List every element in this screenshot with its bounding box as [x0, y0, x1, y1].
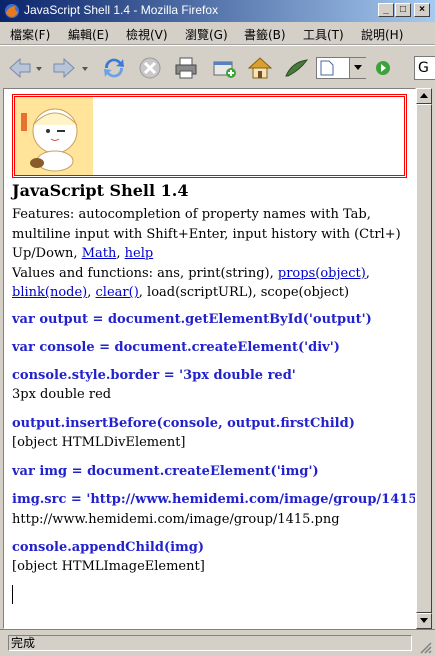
- command-line: console.style.border = '3px double red': [12, 368, 296, 383]
- page-icon: [320, 60, 334, 76]
- menu-bar: 檔案(F) 編輯(E) 檢視(V) 瀏覽(G) 書籤(B) 工具(T) 說明(H…: [0, 22, 435, 45]
- reload-icon[interactable]: [100, 54, 128, 82]
- vertical-scrollbar[interactable]: [416, 88, 432, 629]
- clear-link[interactable]: clear(): [96, 285, 139, 300]
- blink-link[interactable]: blink(node): [12, 285, 87, 300]
- page-menu-button[interactable]: [316, 57, 366, 79]
- feather-icon[interactable]: [282, 54, 310, 82]
- chevron-down-icon: [354, 65, 362, 70]
- scroll-thumb[interactable]: [416, 104, 432, 613]
- separator: ,: [87, 285, 92, 300]
- command-line: var output = document.getElementById('ou…: [12, 312, 372, 327]
- menu-view[interactable]: 檢視(V): [126, 26, 168, 43]
- back-icon[interactable]: [6, 54, 34, 82]
- command-result: http://www.hemidemi.com/image/group/1415…: [12, 512, 340, 527]
- command-line: var console = document.createElement('di…: [12, 340, 340, 355]
- page-content: JavaScript Shell 1.4 Features: autocompl…: [3, 88, 416, 629]
- new-tab-icon[interactable]: [210, 54, 238, 82]
- command-line: var img = document.createElement('img'): [12, 464, 319, 479]
- scroll-up-button[interactable]: [416, 88, 432, 104]
- command-line: output.insertBefore(console, output.firs…: [12, 416, 355, 431]
- maximize-button[interactable]: □: [395, 3, 411, 17]
- menu-help[interactable]: 說明(H): [361, 26, 403, 43]
- resize-grip-icon[interactable]: [418, 640, 432, 654]
- command-line: console.appendChild(img): [12, 540, 205, 555]
- output-console: [12, 94, 407, 178]
- features-text: Features: autocompletion of property nam…: [12, 207, 401, 261]
- menu-tools[interactable]: 工具(T): [303, 26, 344, 43]
- menu-file[interactable]: 檔案(F): [10, 26, 50, 43]
- command-result: 3px double red: [12, 387, 112, 402]
- page-menu-dropdown[interactable]: [349, 58, 366, 78]
- arrow-up-icon: [420, 93, 428, 98]
- props-link[interactable]: props(object): [278, 266, 366, 281]
- help-link[interactable]: help: [125, 246, 154, 261]
- home-icon[interactable]: [246, 54, 274, 82]
- separator: ,: [365, 265, 370, 281]
- search-field[interactable]: G: [414, 56, 435, 80]
- back-dropdown-icon[interactable]: [36, 66, 42, 72]
- close-button[interactable]: ×: [414, 3, 430, 17]
- values-text: Values and functions: ans, print(string)…: [12, 265, 274, 281]
- separator: ,: [116, 246, 121, 261]
- math-link[interactable]: Math: [82, 246, 117, 261]
- menu-bookmarks[interactable]: 書籤(B): [244, 26, 286, 43]
- command-line: img.src = 'http://www.hemidemi.com/image…: [12, 492, 416, 507]
- mascot-image: [15, 97, 93, 175]
- status-bar: 完成: [0, 629, 435, 656]
- navigation-toolbar: G: [0, 45, 435, 88]
- title-bar: JavaScript Shell 1.4 - Mozilla Firefox _…: [0, 0, 435, 22]
- stop-icon[interactable]: [136, 54, 164, 82]
- window-title: JavaScript Shell 1.4 - Mozilla Firefox: [24, 3, 219, 17]
- functions-tail-text: , load(scriptURL), scope(object): [138, 285, 350, 300]
- firefox-icon: [5, 4, 19, 18]
- command-result: [object HTMLDivElement]: [12, 435, 186, 450]
- status-text: 完成: [8, 635, 412, 651]
- page-title: JavaScript Shell 1.4: [12, 181, 189, 200]
- forward-icon[interactable]: [50, 54, 78, 82]
- menu-go[interactable]: 瀏覽(G): [185, 26, 228, 43]
- forward-dropdown-icon[interactable]: [82, 66, 88, 72]
- features-description: Features: autocompletion of property nam…: [12, 205, 407, 303]
- print-icon[interactable]: [172, 54, 200, 82]
- menu-edit[interactable]: 編輯(E): [68, 26, 109, 43]
- go-icon[interactable]: [371, 56, 395, 80]
- command-result: [object HTMLImageElement]: [12, 559, 205, 574]
- minimize-button[interactable]: _: [378, 3, 394, 17]
- scroll-down-button[interactable]: [416, 613, 432, 629]
- input-caret[interactable]: [12, 585, 13, 604]
- arrow-down-icon: [420, 618, 428, 623]
